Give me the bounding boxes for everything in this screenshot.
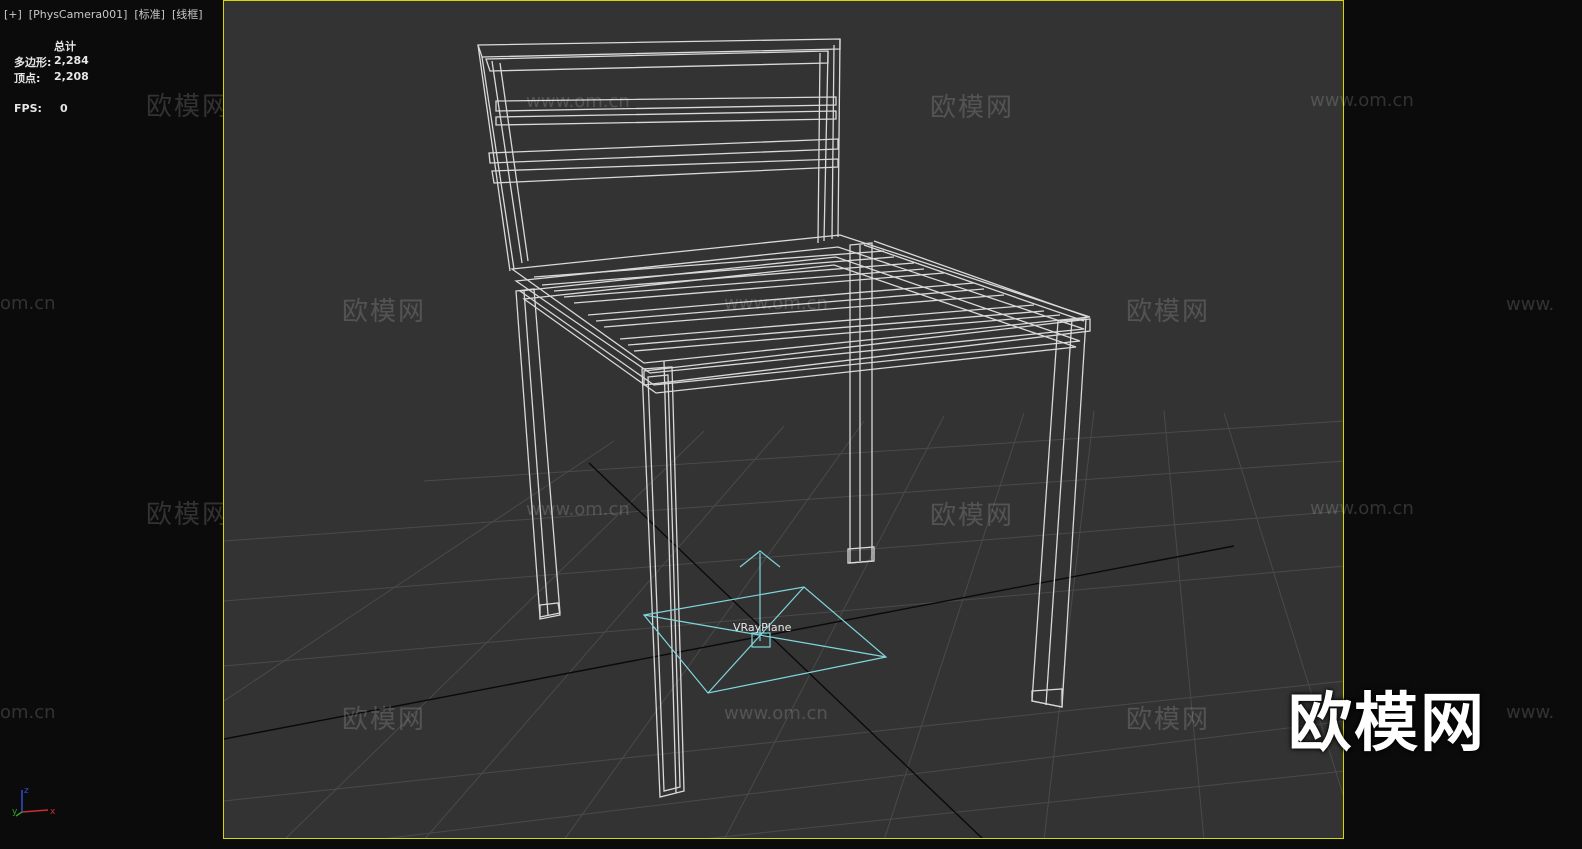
polys-label: 多边形: (14, 56, 52, 69)
watermark-text: 欧模网 (930, 501, 1015, 531)
watermark-url: om.cn (0, 293, 56, 314)
watermark-url: om.cn (0, 702, 56, 723)
axis-z-label: z (24, 786, 29, 796)
axis-x-label: x (50, 807, 56, 817)
3d-viewport[interactable]: VRayPlane www.om.cn 欧模网 欧模网 www.om.cn 欧模… (223, 0, 1344, 839)
home-grid-axes (224, 462, 1235, 838)
verts-label: 顶点: (14, 72, 41, 85)
watermark-url: www. (1506, 294, 1555, 315)
watermark-text: 欧模网 (1126, 297, 1211, 327)
watermark-url: www.om.cn (1310, 498, 1414, 519)
axis-gizmo-icon: x z y (12, 786, 56, 817)
fps-value: 0 (60, 102, 68, 115)
chair-wireframe (477, 38, 1091, 798)
watermark-text: 欧模网 (146, 500, 231, 530)
watermark-text: 欧模网 (342, 297, 427, 327)
fps-label: FPS: (14, 102, 42, 115)
polys-value: 2,284 (54, 54, 89, 67)
watermark-text: 欧模网 (1126, 705, 1211, 735)
object-label[interactable]: VRayPlane (733, 621, 791, 634)
verts-value: 2,208 (54, 70, 89, 83)
watermark-url: www.om.cn (526, 499, 630, 520)
stats-polys-row: 多边形: 2,284 (14, 54, 89, 70)
watermark-url: www. (1506, 702, 1555, 723)
watermark-url: www.om.cn (724, 703, 828, 724)
stats-fps-row: FPS: 0 (14, 102, 89, 118)
statistics-panel: 总计 多边形: 2,284 顶点: 2,208 FPS: 0 (14, 38, 89, 118)
watermark-text: 欧模网 (930, 93, 1015, 123)
watermark-url: www.om.cn (724, 293, 828, 314)
watermark-text: 欧模网 (146, 92, 231, 122)
axis-y-label: y (12, 807, 18, 817)
watermark-url: www.om.cn (1310, 90, 1414, 111)
stats-verts-row: 顶点: 2,208 (14, 70, 89, 86)
watermark-url: www.om.cn (526, 91, 630, 112)
watermark-text: 欧模网 (342, 705, 427, 735)
viewport-label[interactable]: [+] [PhysCamera001] [标准] [线框] (4, 6, 203, 22)
stats-header: 总计 (54, 40, 76, 53)
brand-logo: 欧模网 (1288, 687, 1486, 761)
